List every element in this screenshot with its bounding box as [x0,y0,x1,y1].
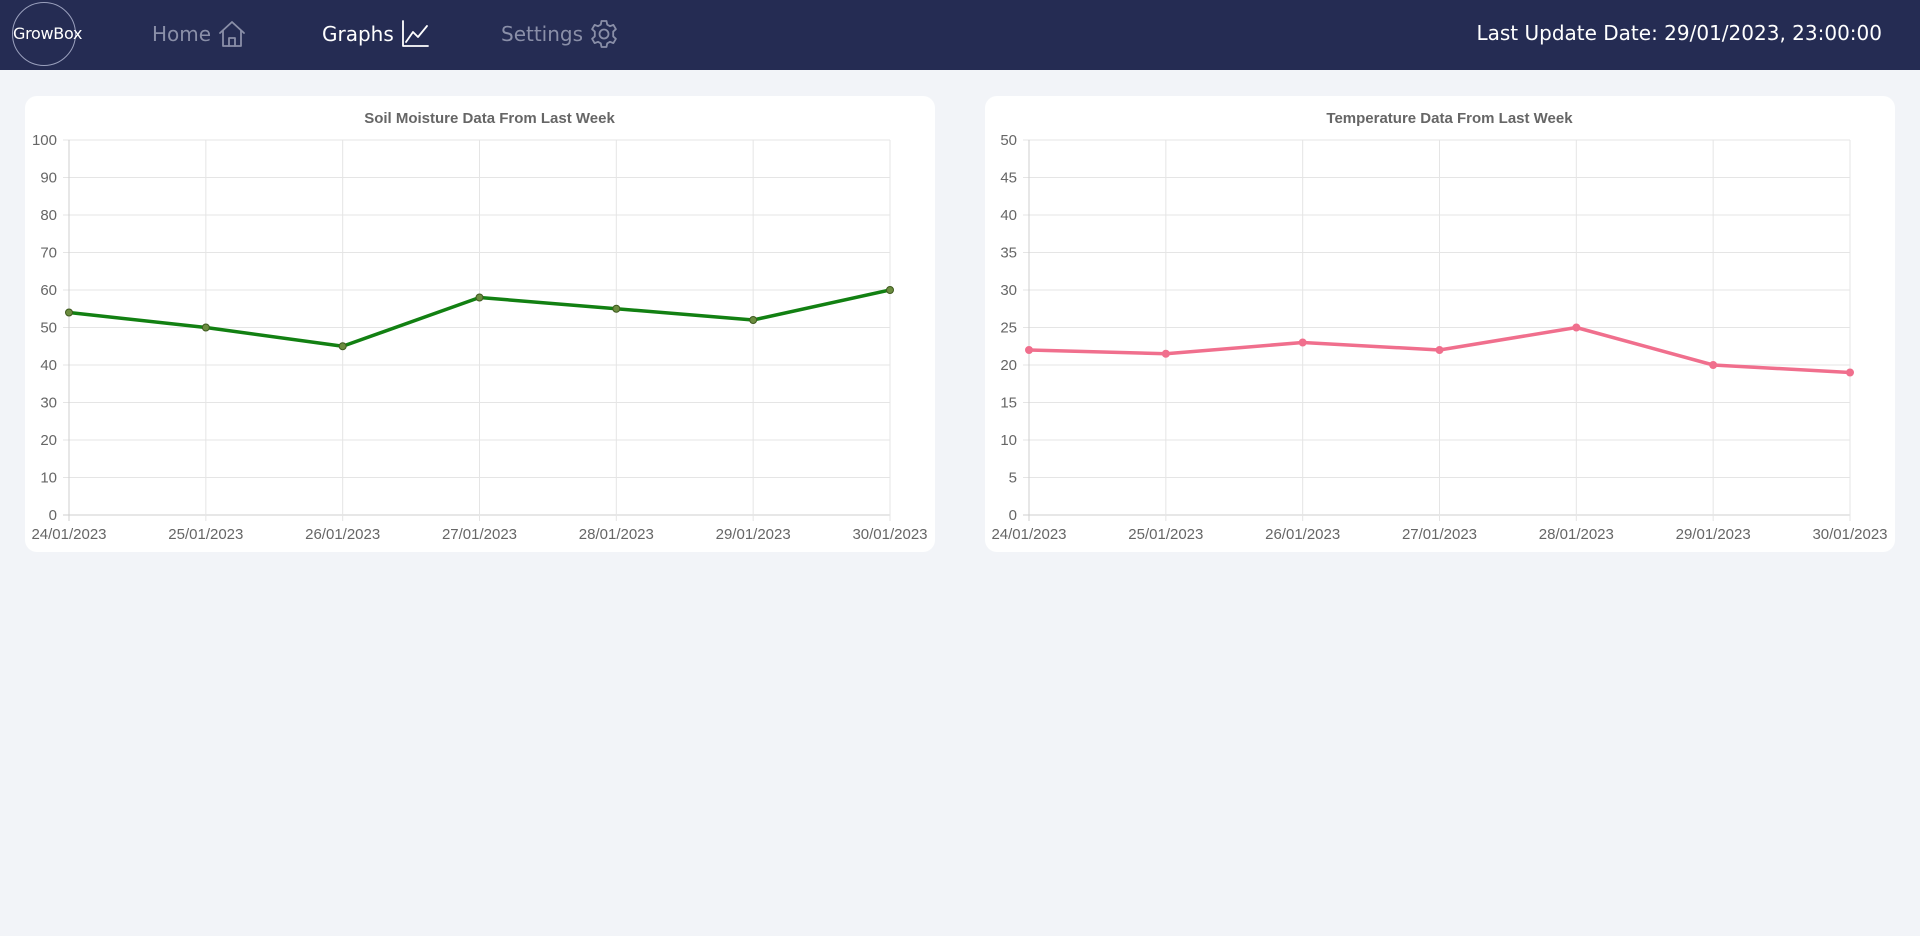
data-point[interactable] [1298,338,1307,347]
y-tick-label: 70 [40,245,57,262]
chart-title: Soil Moisture Data From Last Week [364,110,615,127]
home-icon [217,19,247,49]
y-tick-label: 15 [1000,395,1017,412]
x-tick-label: 26/01/2023 [305,526,380,543]
data-point[interactable] [338,342,347,351]
x-tick-label: 30/01/2023 [1812,526,1887,543]
x-tick-label: 29/01/2023 [1676,526,1751,543]
y-tick-label: 20 [1000,357,1017,374]
y-tick-label: 25 [1000,320,1017,337]
y-tick-label: 40 [40,357,57,374]
nav-settings-label: Settings [501,22,584,46]
data-point[interactable] [475,293,484,302]
x-tick-label: 24/01/2023 [31,526,106,543]
top-navbar: GrowBox Home Graphs Settings Last Update… [0,0,1920,70]
temperature-chart-card: Temperature Data From Last Week 0 5 10 15 20 2… [985,96,1895,552]
nav-home-label: Home [152,22,212,46]
y-tick-label: 0 [1009,507,1017,524]
data-point[interactable] [749,316,758,324]
x-tick-label: 30/01/2023 [852,526,927,543]
y-tick-label: 35 [1000,245,1017,262]
soil-moisture-chart-card: Soil Moisture Data From Last Week 0 10 20 30… [25,96,935,552]
y-tick-label: 20 [40,432,57,449]
x-tick-label: 29/01/2023 [716,526,791,543]
data-point[interactable] [886,286,894,294]
data-point[interactable] [612,304,621,313]
chart-title: Temperature Data From Last Week [1326,110,1573,127]
data-point[interactable] [1435,346,1444,354]
y-tick-label: 10 [1000,432,1017,449]
data-point[interactable] [1572,323,1581,332]
y-tick-label: 45 [1000,170,1017,187]
nav-settings[interactable]: Settings [501,17,619,51]
y-tick-label: 30 [1000,282,1017,299]
y-tick-label: 0 [49,507,57,524]
x-tick-label: 27/01/2023 [442,526,517,543]
y-tick-label: 90 [40,170,57,187]
y-tick-label: 60 [40,282,57,299]
y-tick-label: 50 [40,320,57,337]
y-tick-label: 10 [40,470,57,487]
growbox-logo[interactable]: GrowBox [12,2,82,66]
x-tick-label: 26/01/2023 [1265,526,1340,543]
data-point[interactable] [201,323,210,332]
data-point[interactable] [1846,368,1854,377]
y-tick-label: 30 [40,395,57,412]
gear-icon [589,19,619,49]
x-tick-label: 24/01/2023 [991,526,1066,543]
data-point[interactable] [1025,346,1033,354]
y-tick-label: 100 [32,132,57,149]
data-point[interactable] [65,308,73,317]
x-tick-label: 25/01/2023 [168,526,243,543]
x-tick-label: 28/01/2023 [579,526,654,543]
soil-moisture-chart: Soil Moisture Data From Last Week 0 10 20 30… [31,110,927,543]
nav-graphs[interactable]: Graphs [322,17,430,51]
temperature-chart: Temperature Data From Last Week 0 5 10 15 20 2… [991,110,1887,543]
y-tick-label: 40 [1000,207,1017,224]
chart-line-icon [400,19,430,49]
nav-home[interactable]: Home [152,17,247,51]
data-point[interactable] [1709,361,1718,369]
last-update-date: Last Update Date: 29/01/2023, 23:00:00 [1476,21,1882,45]
data-point[interactable] [1161,349,1170,358]
y-tick-label: 80 [40,207,57,224]
x-tick-label: 28/01/2023 [1539,526,1614,543]
nav-graphs-label: Graphs [322,22,394,46]
y-tick-label: 50 [1000,132,1017,149]
x-tick-label: 25/01/2023 [1128,526,1203,543]
y-tick-label: 5 [1009,470,1017,487]
x-tick-label: 27/01/2023 [1402,526,1477,543]
